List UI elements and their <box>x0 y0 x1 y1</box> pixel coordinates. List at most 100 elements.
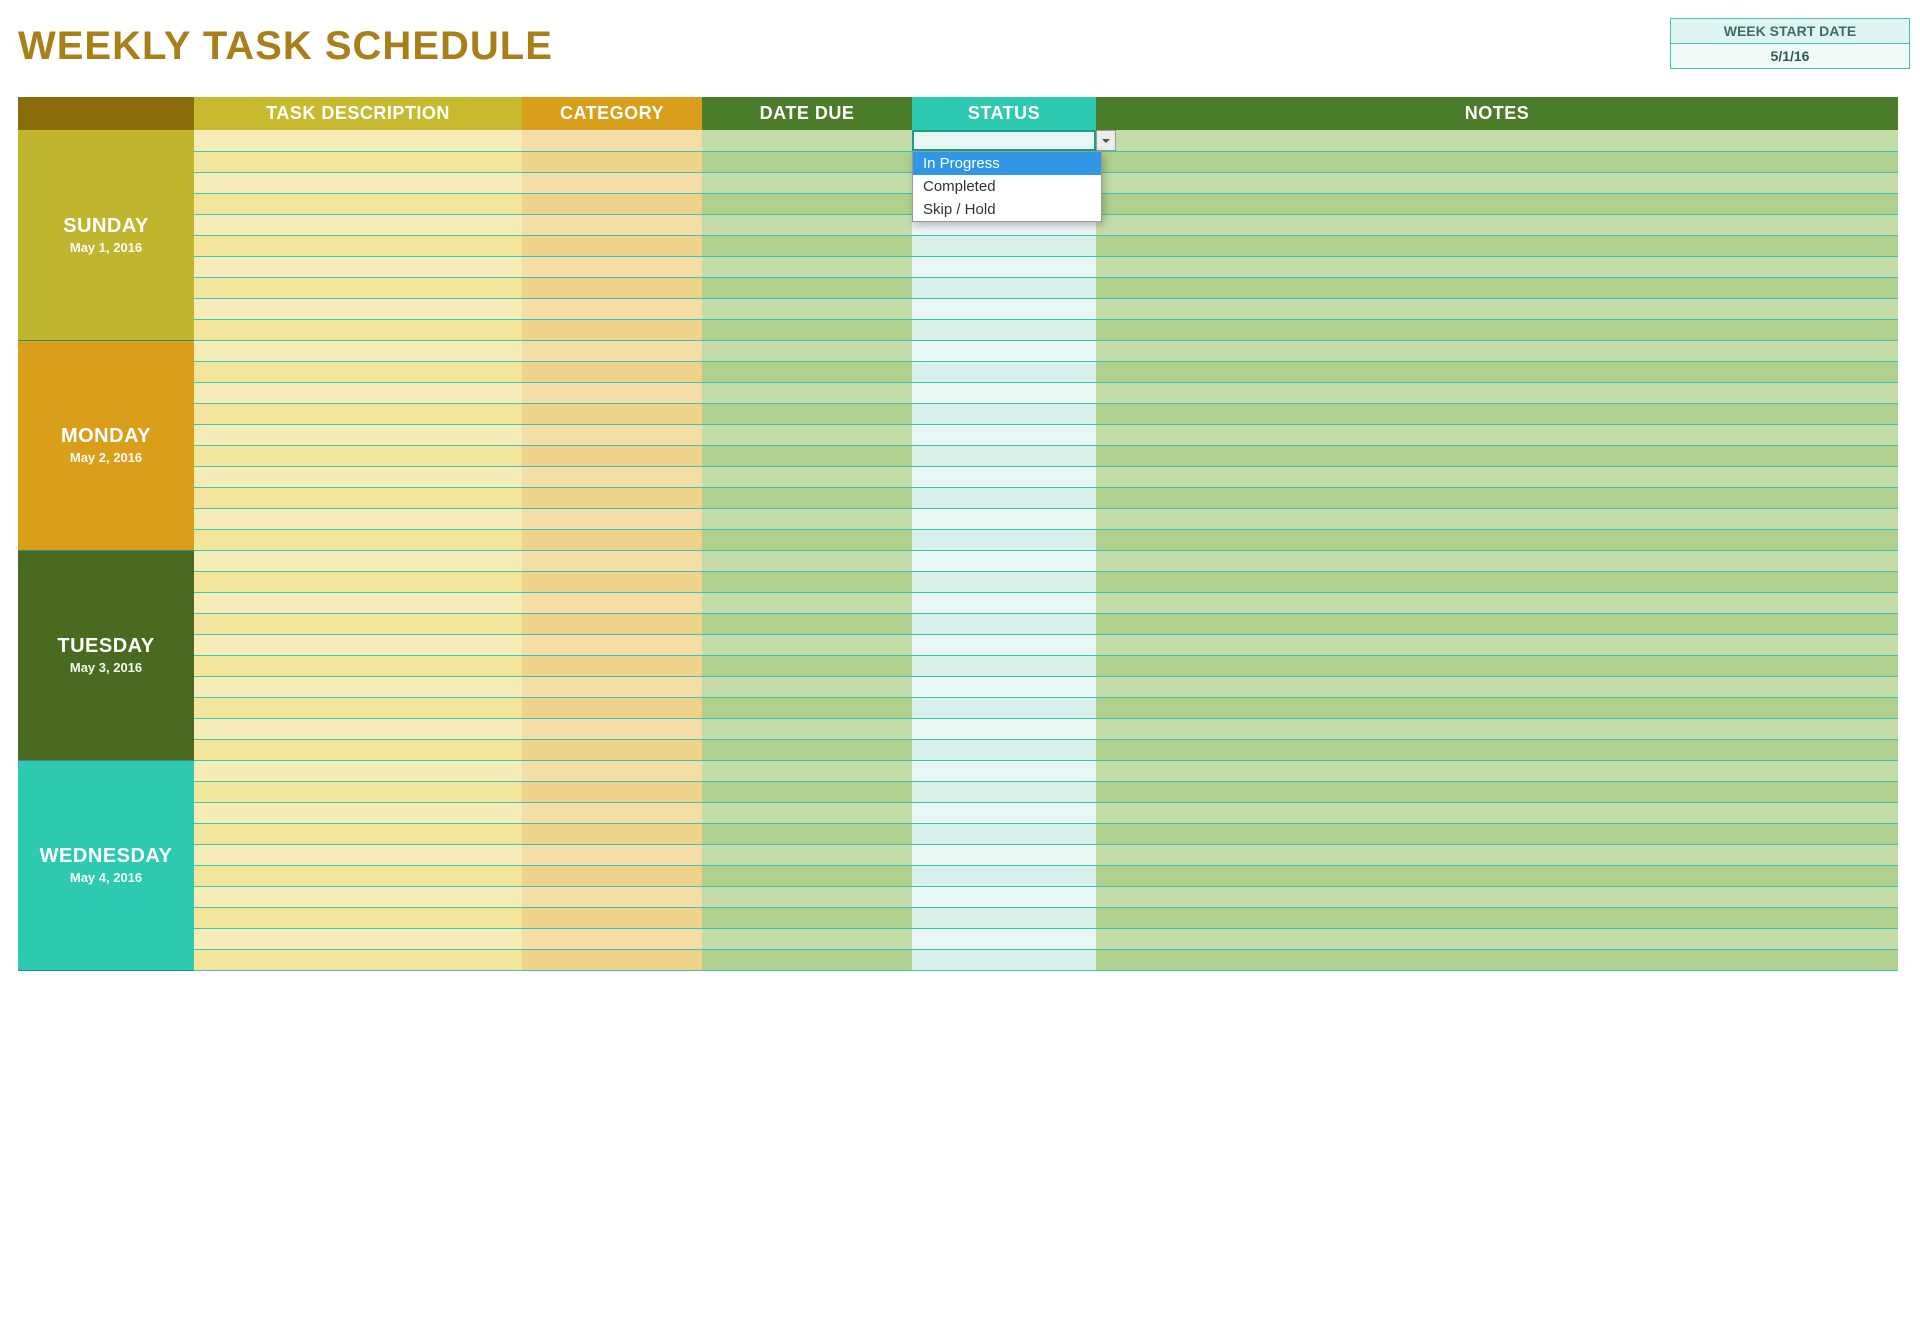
notes-cell[interactable] <box>1096 193 1898 214</box>
status-cell[interactable] <box>912 277 1096 298</box>
task-cell[interactable] <box>194 487 522 508</box>
category-cell[interactable] <box>522 340 702 361</box>
task-cell[interactable] <box>194 802 522 823</box>
due-cell[interactable] <box>702 172 912 193</box>
status-cell[interactable] <box>912 403 1096 424</box>
status-cell[interactable] <box>912 508 1096 529</box>
due-cell[interactable] <box>702 718 912 739</box>
notes-cell[interactable] <box>1096 298 1898 319</box>
category-cell[interactable] <box>522 655 702 676</box>
category-cell[interactable] <box>522 508 702 529</box>
category-cell[interactable] <box>522 571 702 592</box>
due-cell[interactable] <box>702 340 912 361</box>
status-option[interactable]: Completed <box>913 175 1101 198</box>
notes-cell[interactable] <box>1096 676 1898 697</box>
task-cell[interactable] <box>194 130 522 151</box>
task-cell[interactable] <box>194 760 522 781</box>
notes-cell[interactable] <box>1096 613 1898 634</box>
notes-cell[interactable] <box>1096 319 1898 340</box>
category-cell[interactable] <box>522 235 702 256</box>
notes-cell[interactable] <box>1096 424 1898 445</box>
category-cell[interactable] <box>522 781 702 802</box>
status-cell[interactable] <box>912 886 1096 907</box>
task-cell[interactable] <box>194 340 522 361</box>
task-cell[interactable] <box>194 466 522 487</box>
notes-cell[interactable] <box>1096 550 1898 571</box>
notes-cell[interactable] <box>1096 256 1898 277</box>
task-cell[interactable] <box>194 613 522 634</box>
status-cell[interactable] <box>912 445 1096 466</box>
notes-cell[interactable] <box>1096 655 1898 676</box>
status-cell[interactable] <box>912 949 1096 970</box>
task-cell[interactable] <box>194 739 522 760</box>
due-cell[interactable] <box>702 361 912 382</box>
notes-cell[interactable] <box>1096 571 1898 592</box>
notes-cell[interactable] <box>1096 802 1898 823</box>
status-cell[interactable] <box>912 550 1096 571</box>
category-cell[interactable] <box>522 592 702 613</box>
category-cell[interactable] <box>522 718 702 739</box>
category-cell[interactable] <box>522 676 702 697</box>
status-cell[interactable] <box>912 718 1096 739</box>
week-start-value[interactable]: 5/1/16 <box>1671 44 1909 68</box>
due-cell[interactable] <box>702 130 912 151</box>
task-cell[interactable] <box>194 550 522 571</box>
category-cell[interactable] <box>522 886 702 907</box>
due-cell[interactable] <box>702 508 912 529</box>
due-cell[interactable] <box>702 277 912 298</box>
task-cell[interactable] <box>194 718 522 739</box>
notes-cell[interactable] <box>1096 739 1898 760</box>
status-cell[interactable] <box>912 907 1096 928</box>
task-cell[interactable] <box>194 928 522 949</box>
category-cell[interactable] <box>522 466 702 487</box>
notes-cell[interactable] <box>1096 634 1898 655</box>
task-cell[interactable] <box>194 697 522 718</box>
status-cell[interactable] <box>912 235 1096 256</box>
category-cell[interactable] <box>522 403 702 424</box>
status-option[interactable]: Skip / Hold <box>913 198 1101 221</box>
notes-cell[interactable] <box>1096 949 1898 970</box>
due-cell[interactable] <box>702 865 912 886</box>
due-cell[interactable] <box>702 592 912 613</box>
status-cell[interactable] <box>912 382 1096 403</box>
category-cell[interactable] <box>522 928 702 949</box>
due-cell[interactable] <box>702 403 912 424</box>
category-cell[interactable] <box>522 613 702 634</box>
task-cell[interactable] <box>194 256 522 277</box>
notes-cell[interactable] <box>1096 445 1898 466</box>
notes-cell[interactable] <box>1096 235 1898 256</box>
due-cell[interactable] <box>702 193 912 214</box>
notes-cell[interactable] <box>1096 172 1898 193</box>
notes-cell[interactable] <box>1096 214 1898 235</box>
category-cell[interactable] <box>522 865 702 886</box>
notes-cell[interactable] <box>1096 886 1898 907</box>
status-cell[interactable] <box>912 298 1096 319</box>
category-cell[interactable] <box>522 823 702 844</box>
due-cell[interactable] <box>702 676 912 697</box>
notes-cell[interactable] <box>1096 697 1898 718</box>
task-cell[interactable] <box>194 193 522 214</box>
dropdown-arrow-icon[interactable] <box>1096 130 1116 151</box>
due-cell[interactable] <box>702 655 912 676</box>
category-cell[interactable] <box>522 130 702 151</box>
status-cell[interactable] <box>912 571 1096 592</box>
notes-cell[interactable] <box>1096 466 1898 487</box>
due-cell[interactable] <box>702 466 912 487</box>
due-cell[interactable] <box>702 886 912 907</box>
status-cell[interactable] <box>912 256 1096 277</box>
status-cell[interactable] <box>912 487 1096 508</box>
due-cell[interactable] <box>702 424 912 445</box>
task-cell[interactable] <box>194 277 522 298</box>
task-cell[interactable] <box>194 151 522 172</box>
task-cell[interactable] <box>194 676 522 697</box>
status-cell[interactable] <box>912 529 1096 550</box>
category-cell[interactable] <box>522 298 702 319</box>
task-cell[interactable] <box>194 529 522 550</box>
status-cell[interactable] <box>912 613 1096 634</box>
due-cell[interactable] <box>702 319 912 340</box>
category-cell[interactable] <box>522 172 702 193</box>
notes-cell[interactable] <box>1096 130 1898 151</box>
status-cell[interactable]: In ProgressCompletedSkip / Hold <box>912 130 1096 151</box>
notes-cell[interactable] <box>1096 823 1898 844</box>
task-cell[interactable] <box>194 865 522 886</box>
